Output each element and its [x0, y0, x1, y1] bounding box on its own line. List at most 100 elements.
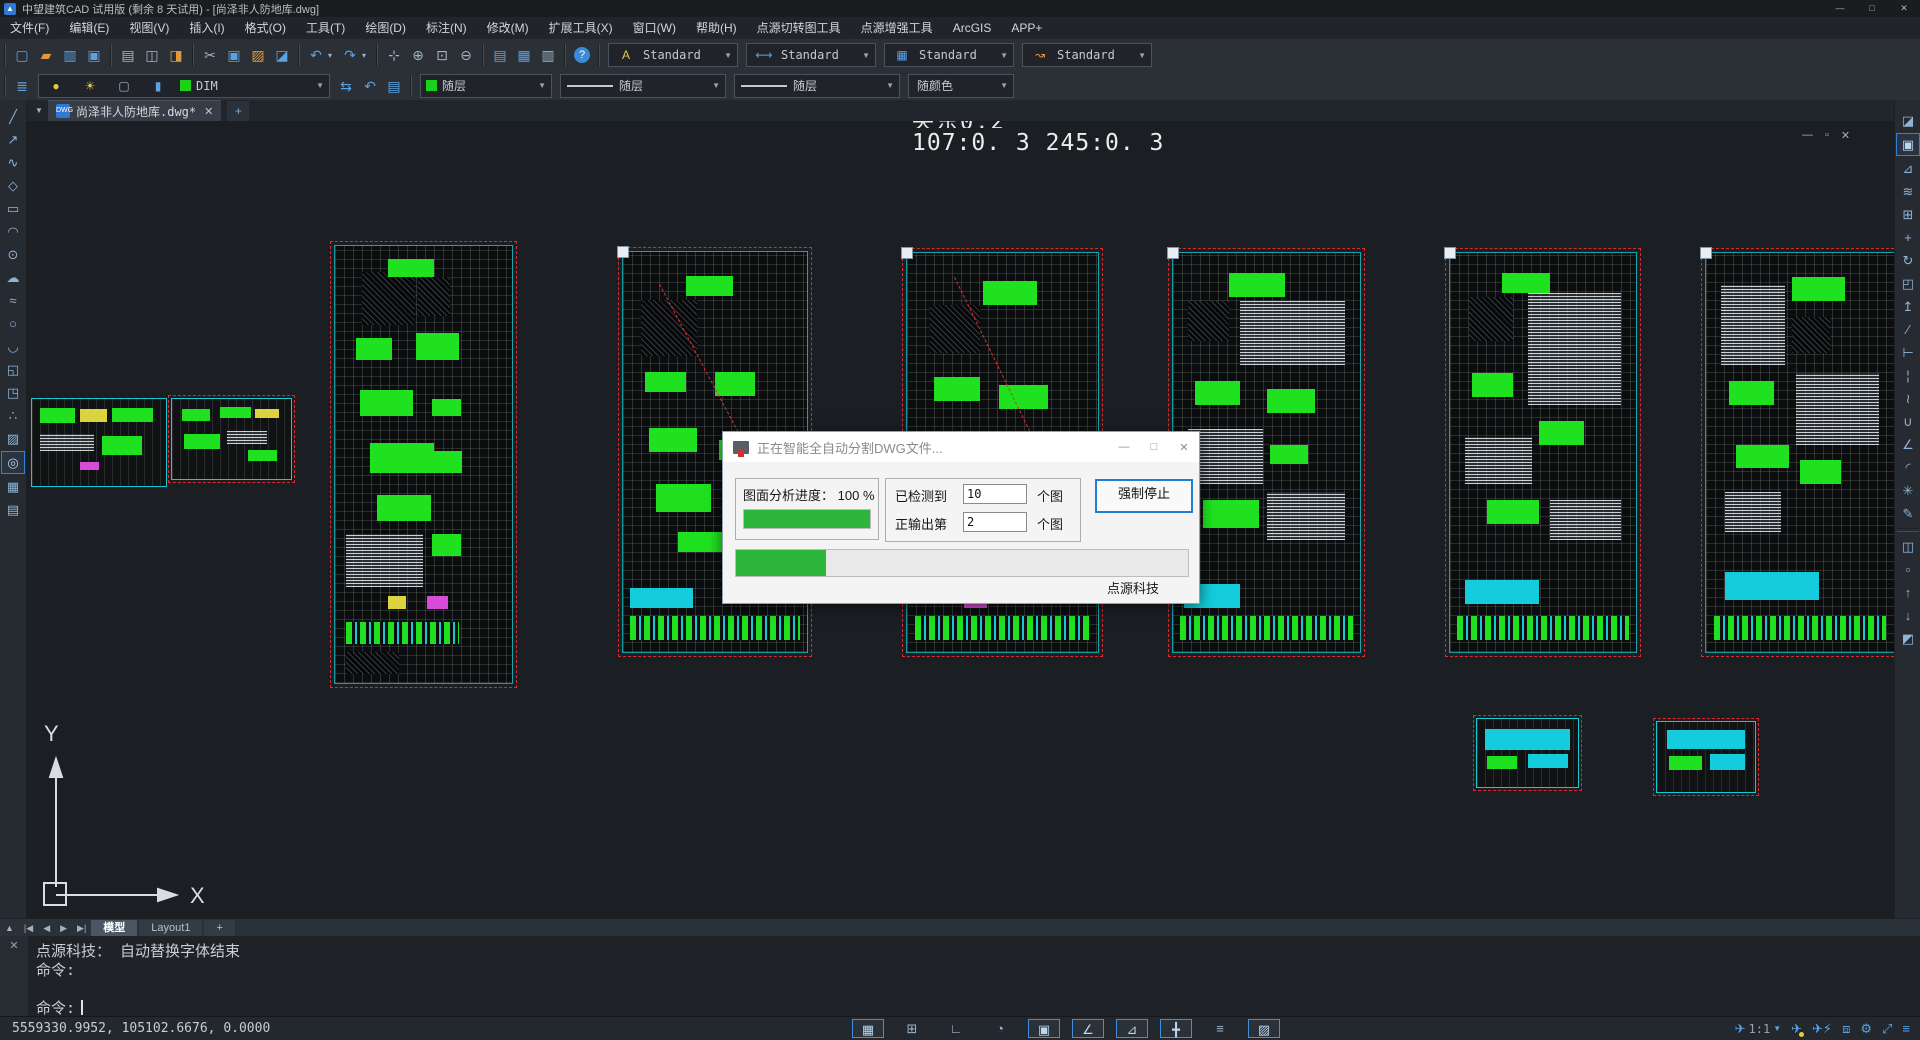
plot-icon[interactable]: ▤ [116, 44, 140, 66]
help-icon[interactable]: ? [574, 47, 590, 63]
drawing-sheet-1[interactable] [334, 245, 513, 684]
mini-drawing-2[interactable] [171, 398, 292, 480]
object-snap-tracking-icon[interactable]: ∠ [1072, 1019, 1104, 1038]
tool-palettes-icon[interactable]: ▥ [536, 44, 560, 66]
menu-item-8[interactable]: 标注(N) [416, 17, 477, 39]
undo-icon-caret[interactable]: ▾ [328, 51, 338, 60]
menu-item-7[interactable]: 绘图(D) [355, 17, 416, 39]
layer-combo[interactable]: ●☀▢▮DIM▼ [38, 74, 330, 98]
lineweight-combo[interactable]: 随层▼ [734, 74, 900, 98]
doc-restore-button[interactable]: ▫ [1825, 129, 1829, 142]
revision-cloud-icon[interactable]: ☁ [2, 267, 24, 288]
match-layer-icon[interactable]: ⇆ [334, 75, 358, 97]
selection-grip-2[interactable] [901, 247, 913, 259]
chevron-down-icon[interactable]: ▼ [862, 51, 870, 60]
menu-item-13[interactable]: 点源切转图工具 [747, 17, 851, 39]
zoom-realtime-icon[interactable]: ⊕ [406, 44, 430, 66]
drawing-sheet-4[interactable] [1172, 252, 1361, 653]
point-icon[interactable]: ∴ [2, 405, 24, 426]
mini-drawing-4[interactable] [1656, 721, 1756, 793]
chevron-down-icon[interactable]: ▼ [886, 81, 894, 90]
draworder-annotation-icon[interactable]: ◩ [1897, 628, 1919, 649]
layout-tab-模型[interactable]: 模型 [91, 920, 137, 936]
menu-item-14[interactable]: 点源增强工具 [851, 17, 943, 39]
color-combo[interactable]: 随层▼ [420, 74, 552, 98]
chamfer-icon[interactable]: ∠ [1897, 434, 1919, 455]
layout-tab-new[interactable]: + [204, 920, 234, 936]
close-button[interactable]: ✕ [1888, 0, 1920, 17]
drawing-sheet-6[interactable] [1705, 252, 1894, 653]
plot-preview-icon[interactable]: ◫ [140, 44, 164, 66]
new-tab-button[interactable]: + [227, 101, 249, 121]
selection-grip-3[interactable] [1167, 247, 1179, 259]
annotation-scale-icon[interactable]: ✈1:1▼ [1735, 1021, 1782, 1037]
hatch-icon[interactable]: ▨ [2, 428, 24, 449]
undo-icon[interactable]: ↶ [304, 44, 328, 66]
draworder-back-icon[interactable]: ▫ [1897, 559, 1919, 580]
tab-menu-caret[interactable]: ▼ [30, 101, 48, 121]
mini-drawing-1[interactable] [31, 398, 167, 487]
break-at-point-icon[interactable]: ¦ [1897, 365, 1919, 386]
layer-manager-icon[interactable]: ≣ [10, 75, 34, 97]
dialog-maximize-button[interactable]: □ [1139, 441, 1169, 454]
settings-gear-icon[interactable]: ⚙ [1860, 1021, 1872, 1037]
copy-icon[interactable]: ▣ [1896, 133, 1920, 156]
layout-end-button[interactable]: ▶| [72, 919, 91, 937]
layout-begin-button[interactable]: |◀ [19, 919, 38, 937]
draworder-below-icon[interactable]: ↓ [1897, 605, 1919, 626]
arc-icon[interactable]: ◠ [2, 221, 24, 242]
layer-on-bulb-icon[interactable]: ● [44, 75, 68, 97]
minimize-button[interactable]: — [1824, 0, 1856, 17]
fillet-icon[interactable]: ◜ [1897, 457, 1919, 478]
save-icon[interactable]: ▥ [58, 44, 82, 66]
properties-icon[interactable]: ▤ [488, 44, 512, 66]
offset-icon[interactable]: ≋ [1897, 181, 1919, 202]
annotation-visibility-icon[interactable]: ✈ [1791, 1021, 1802, 1037]
dim-style-combo[interactable]: ⟷Standard▼ [746, 43, 876, 67]
open-file-icon[interactable]: ▰ [34, 44, 58, 66]
object-snap-icon[interactable]: ▣ [1028, 1019, 1060, 1038]
draworder-front-icon[interactable]: ◫ [1897, 536, 1919, 557]
layer-states-icon[interactable]: ▤ [382, 75, 406, 97]
force-stop-button[interactable]: 强制停止 [1095, 479, 1193, 513]
selection-cycling-icon[interactable]: ⧈ [1842, 1021, 1850, 1037]
menu-item-11[interactable]: 窗口(W) [623, 17, 686, 39]
selection-grip-1[interactable] [617, 246, 629, 258]
zoom-window-icon[interactable]: ⊡ [430, 44, 454, 66]
text-style-combo[interactable]: AStandard▼ [608, 43, 738, 67]
menu-item-9[interactable]: 修改(M) [477, 17, 539, 39]
construction-line-icon[interactable]: ↗ [2, 129, 24, 150]
detected-count-field[interactable] [963, 484, 1027, 504]
match-properties-icon[interactable]: ◪ [270, 44, 294, 66]
fullscreen-icon[interactable]: ⤢ [1882, 1021, 1892, 1037]
save-all-icon[interactable]: ▣ [82, 44, 106, 66]
layer-lock-icon[interactable]: ▮ [146, 75, 170, 97]
pan-icon[interactable]: ⊹ [382, 44, 406, 66]
publish-icon[interactable]: ◨ [164, 44, 188, 66]
ortho-mode-icon[interactable]: ∟ [940, 1019, 972, 1038]
circle-icon[interactable]: ⊙ [2, 244, 24, 265]
polar-tracking-icon[interactable]: ◔ [984, 1019, 1016, 1038]
chevron-down-icon[interactable]: ▼ [1138, 51, 1146, 60]
join-icon[interactable]: ∪ [1897, 411, 1919, 432]
menu-item-2[interactable]: 编辑(E) [59, 17, 119, 39]
layout-prev-button[interactable]: ◀ [38, 919, 55, 937]
auto-annotation-icon[interactable]: ✈⚡ [1812, 1021, 1832, 1037]
doc-minimize-button[interactable]: — [1802, 129, 1813, 142]
lineweight-icon[interactable]: ≡ [1204, 1019, 1236, 1038]
chevron-down-icon[interactable]: ▼ [316, 81, 324, 90]
paste-icon[interactable]: ▨ [246, 44, 270, 66]
mleader-style-combo[interactable]: ↝Standard▼ [1022, 43, 1152, 67]
polygon-icon[interactable]: ◇ [2, 175, 24, 196]
explode-icon[interactable]: ✳ [1897, 480, 1919, 501]
chevron-down-icon[interactable]: ▼ [1773, 1024, 1781, 1033]
dialog-title-bar[interactable]: 正在智能全自动分割DWG文件... —□✕ [723, 432, 1199, 462]
menu-item-5[interactable]: 格式(O) [235, 17, 296, 39]
chevron-down-icon[interactable]: ▼ [538, 81, 546, 90]
copy-clip-icon[interactable]: ▣ [222, 44, 246, 66]
stretch-icon[interactable]: ↥ [1897, 296, 1919, 317]
grid-display-icon[interactable]: ⊞ [896, 1019, 928, 1038]
spline-icon[interactable]: ≈ [2, 290, 24, 311]
dialog-close-button[interactable]: ✕ [1169, 441, 1199, 454]
command-close-icon[interactable]: ✕ [9, 940, 18, 952]
